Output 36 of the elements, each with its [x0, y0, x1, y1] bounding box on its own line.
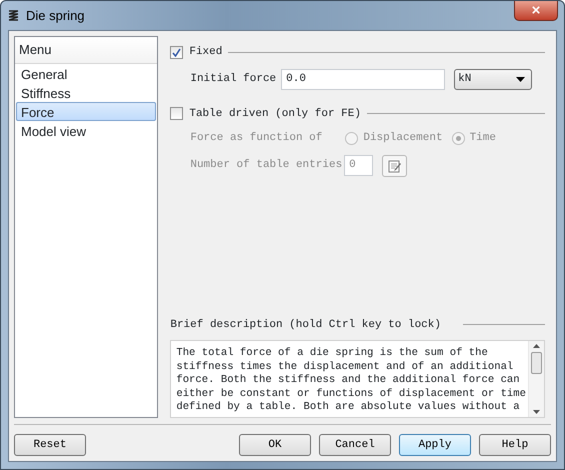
description-line: The total force of a die spring is the sum of the — [176, 347, 489, 361]
description-line: stiffness times the displacement and of an additional — [176, 360, 514, 374]
description-line: force. Both the stiffness and the additional force can — [176, 374, 521, 388]
radio-label: Time — [470, 131, 496, 146]
fixed-label: Fixed — [189, 45, 222, 60]
dialog-button[interactable]: Cancel — [319, 434, 391, 456]
dialog-button[interactable]: Help — [479, 434, 551, 456]
initial-force-label: Initial force — [190, 72, 276, 87]
scroll-up-icon — [533, 344, 540, 348]
table-driven-checkbox[interactable] — [170, 107, 184, 120]
sidebar-item[interactable]: Model view — [16, 120, 156, 140]
radio-label: Displacement — [363, 131, 443, 146]
initial-force-field[interactable]: 0.0 — [281, 68, 446, 90]
sidebar-item[interactable]: General — [16, 64, 156, 82]
dialog-button[interactable]: Reset — [14, 434, 86, 456]
fixed-checkbox[interactable] — [170, 46, 184, 59]
unit-dropdown[interactable]: kN — [454, 68, 532, 90]
dropdown-arrow-icon — [516, 76, 526, 82]
description-line: either be constant or functions of displacement or time — [176, 388, 526, 401]
check-icon — [172, 48, 182, 57]
scrollbar[interactable] — [528, 341, 544, 417]
sidebar-item[interactable]: Stiffness — [16, 82, 156, 102]
dialog-button[interactable]: Apply — [399, 434, 471, 456]
window-title: Die spring — [26, 6, 85, 25]
edit-button[interactable] — [382, 154, 408, 176]
edit-icon — [388, 158, 402, 172]
spring-icon — [7, 8, 20, 22]
description-title: Brief description (hold Ctrl key to lock) — [170, 318, 441, 332]
dialog-button[interactable]: OK — [239, 434, 311, 456]
scroll-down-icon — [533, 410, 540, 414]
table-entries-label: Number of table entries — [190, 158, 342, 174]
description-line: defined by a table. Both are absolute values without a — [176, 401, 521, 415]
function-of-label: Force as function of — [190, 131, 324, 146]
table-driven-label: Table driven (only for FE) — [189, 106, 361, 122]
sidebar-item[interactable]: Force — [16, 102, 156, 120]
scroll-thumb[interactable] — [531, 352, 542, 374]
